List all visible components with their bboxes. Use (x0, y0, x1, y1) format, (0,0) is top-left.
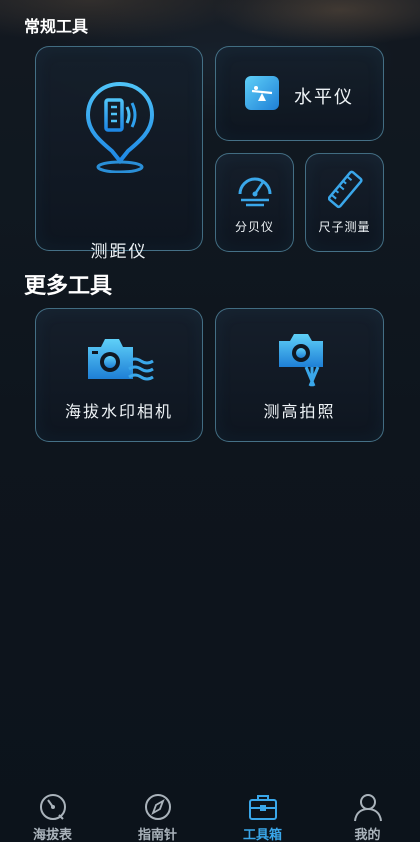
tab-altimeter-label: 海拔表 (32, 828, 72, 842)
profile-icon (352, 792, 384, 822)
decibel-card[interactable]: 分贝仪 (215, 153, 294, 252)
section-title-more-tools: 更多工具 (24, 274, 113, 299)
altitude-watermark-camera-label: 海拔水印相机 (64, 402, 173, 421)
tab-altimeter[interactable]: 海拔表 (0, 786, 105, 842)
ruler-icon (327, 170, 364, 210)
rangefinder-icon (84, 81, 156, 174)
tab-toolbox[interactable]: 工具箱 (210, 786, 315, 842)
rangefinder-label: 测距仪 (90, 242, 148, 262)
section-title-common-tools: 常规工具 (24, 17, 89, 36)
ruler-label: 尺子测量 (318, 220, 371, 234)
level-label: 水平仪 (294, 87, 354, 108)
bottom-tab-bar: 海拔表 指南针 工具箱 我的 (0, 786, 420, 842)
tab-profile[interactable]: 我的 (315, 786, 420, 842)
compass-icon (142, 792, 174, 822)
level-card[interactable]: 水平仪 (215, 46, 384, 141)
tab-profile-label: 我的 (354, 828, 381, 842)
altitude-watermark-camera-card[interactable]: 海拔水印相机 (35, 308, 203, 442)
decibel-label: 分贝仪 (234, 220, 274, 234)
ruler-card[interactable]: 尺子测量 (305, 153, 384, 252)
altimeter-icon (37, 792, 69, 822)
tripod-camera-icon (276, 331, 326, 387)
height-measure-photo-label: 测高拍照 (263, 402, 336, 421)
rangefinder-card[interactable]: 测距仪 (35, 46, 203, 262)
height-measure-photo-card[interactable]: 测高拍照 (215, 308, 384, 442)
tab-toolbox-label: 工具箱 (242, 828, 282, 842)
level-icon (244, 75, 280, 111)
tab-compass[interactable]: 指南针 (105, 786, 210, 842)
tab-compass-label: 指南针 (137, 828, 177, 842)
decibel-meter-icon (235, 170, 275, 210)
toolbox-icon (247, 792, 279, 822)
watermark-camera-icon (85, 333, 155, 385)
